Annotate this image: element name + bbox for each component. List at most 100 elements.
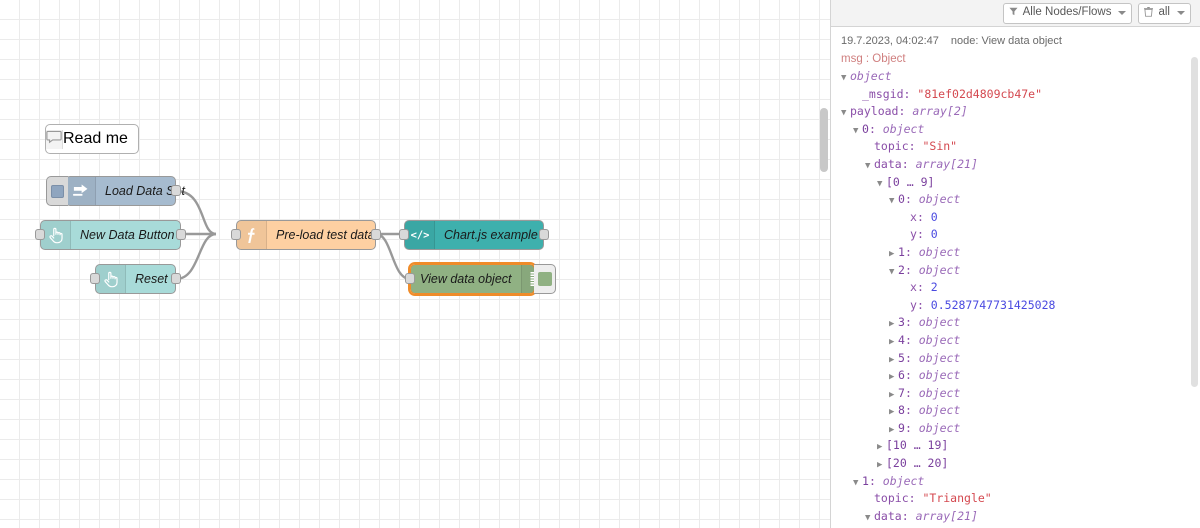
json-tree-row[interactable]: ▼ data: array[21] [841,156,1200,174]
json-key: data [874,156,902,171]
json-tree-row[interactable]: ▶ 7: object [841,385,1200,403]
json-colon: : [901,508,916,523]
inject-trigger-button[interactable] [46,176,68,206]
json-type-label: object [882,121,925,136]
json-tree-row[interactable]: x: 2 [841,279,1200,297]
json-tree-row[interactable]: ▶ 5: object [841,350,1200,368]
json-tree-row[interactable]: ▼ object [841,68,1200,86]
json-tree-row[interactable]: ▶ 4: object [841,332,1200,350]
json-tree-row[interactable]: ▼ 2: object [841,262,1200,280]
node-output-port[interactable] [171,185,181,196]
json-colon: : [868,121,883,136]
code-tag-icon: </> [405,221,435,249]
node-output-port[interactable] [171,273,181,284]
json-tree-row[interactable]: ▼ 0: object [841,191,1200,209]
twisty-open-icon[interactable]: ▼ [853,123,862,141]
json-tree-row[interactable]: ▶ 3: object [841,314,1200,332]
chevron-down-icon [1177,11,1185,15]
json-tree-row[interactable]: ▼ data: array[21] [841,508,1200,526]
json-range-label: [0 … 9] [886,174,935,189]
flow-node-chart-js-example[interactable]: </> Chart.js example [399,220,549,250]
canvas-scrollbar-thumb[interactable] [820,108,828,172]
node-label: Read me [63,130,128,147]
json-type-label: array[21] [915,156,978,171]
json-colon: : [904,315,919,330]
json-tree-row[interactable]: ▼ 0: object [841,121,1200,139]
json-tree-row[interactable]: x: 0 [841,209,1200,227]
flow-node-read-me[interactable]: Read me [45,124,139,154]
flow-node-view-data-object[interactable]: View data object [405,262,556,296]
json-colon: : [904,332,919,347]
node-output-port[interactable] [176,229,186,240]
json-key: 5 [898,350,905,365]
json-key: 4 [898,332,905,347]
json-key: 1 [862,473,869,488]
json-type-label: object [918,192,961,207]
json-tree-row[interactable]: ▶ [10 … 19] [841,437,1200,455]
debug-sidebar: Alle Nodes/Flows all 19.7.2023, 04:02:47 [830,0,1200,528]
json-tree-row[interactable]: topic: "Triangle" [841,490,1200,508]
json-tree-row[interactable]: ▼ 1: object [841,473,1200,491]
json-type-label: object [850,69,892,83]
json-colon: : [904,262,919,277]
twisty-open-icon[interactable]: ▼ [865,158,874,176]
json-value: 0.5287747731425028 [930,297,1056,312]
message-timestamp: 19.7.2023, 04:02:47 [841,35,939,47]
node-input-port[interactable] [399,229,409,240]
json-tree-row[interactable]: ▶ 9: object [841,420,1200,438]
filter-nodes-flows-dropdown[interactable]: Alle Nodes/Flows [1002,2,1133,24]
node-output-port[interactable] [371,229,381,240]
json-tree-row[interactable]: ▼ [0 … 9] [841,174,1200,192]
clear-messages-dropdown[interactable]: all [1138,2,1191,24]
debug-enable-toggle[interactable] [534,264,556,294]
json-tree-row[interactable]: _msgid: "81ef02d4809cb47e" [841,86,1200,104]
message-source-node[interactable]: node: View data object [951,34,1062,49]
json-key: 0 [898,192,905,207]
twisty-open-icon[interactable]: ▼ [889,264,898,282]
flow-node-load-data-set[interactable]: Load Data Set [46,176,185,206]
json-key: x [910,209,917,224]
twisty-closed-icon[interactable]: ▶ [889,334,898,352]
debug-message-list[interactable]: 19.7.2023, 04:02:47 node: View data obje… [831,27,1200,528]
json-key: 0 [862,121,869,136]
flow-node-reset[interactable]: Reset [90,264,181,294]
twisty-open-icon[interactable]: ▼ [865,510,874,528]
json-tree-row[interactable]: y: 0 [841,226,1200,244]
json-type-label: object [918,262,961,277]
node-input-port[interactable] [90,273,100,284]
twisty-open-icon[interactable]: ▼ [889,193,898,211]
json-tree-row[interactable]: ▶ 1: object [841,244,1200,262]
json-tree[interactable]: ▼ object _msgid: "81ef02d4809cb47e" ▼ payloa… [831,68,1200,528]
json-value: "Sin" [922,139,958,154]
json-key: payload [850,104,899,119]
node-input-port[interactable] [405,273,415,284]
flow-node-pre-load-test-data[interactable]: Pre-load test data [231,220,381,250]
json-tree-row[interactable]: topic: "Sin" [841,138,1200,156]
node-output-port[interactable] [539,229,549,240]
twisty-closed-icon[interactable]: ▶ [889,246,898,264]
twisty-open-icon[interactable]: ▼ [877,176,886,194]
json-colon: : [908,139,923,154]
debug-scrollbar-thumb[interactable] [1191,57,1198,387]
json-tree-row[interactable]: ▼ payload: array[2] [841,103,1200,121]
json-key: 9 [898,420,905,435]
twisty-open-icon[interactable]: ▼ [853,475,862,493]
json-range-label: [20 … 20] [886,456,949,471]
debug-panel-scrollbar[interactable] [1191,57,1198,528]
twisty-open-icon[interactable]: ▼ [841,70,850,88]
chevron-down-icon [1118,11,1127,15]
twisty-open-icon[interactable]: ▼ [841,105,850,123]
json-key: 2 [898,262,905,277]
flow-canvas[interactable]: Read me Load Data Set New Data Button Reset… [0,0,830,528]
json-key: 7 [898,385,905,400]
json-colon: : [904,368,919,383]
node-label: Chart.js example [444,228,538,242]
node-input-port[interactable] [35,229,45,240]
json-tree-row[interactable]: ▶ 6: object [841,367,1200,385]
flow-node-new-data-button[interactable]: New Data Button [35,220,186,250]
json-tree-row[interactable]: ▶ 8: object [841,402,1200,420]
json-tree-row[interactable]: ▶ [20 … 20] [841,455,1200,473]
canvas-vertical-scrollbar[interactable] [820,0,828,528]
json-tree-row[interactable]: y: 0.5287747731425028 [841,297,1200,315]
node-input-port[interactable] [231,229,241,240]
